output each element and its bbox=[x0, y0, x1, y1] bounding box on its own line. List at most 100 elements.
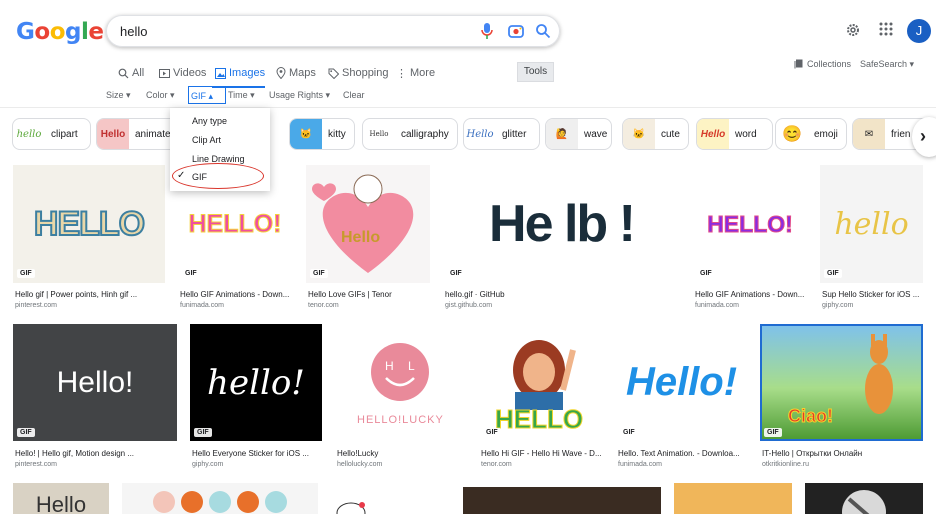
tab-videos[interactable]: Videos bbox=[159, 65, 206, 81]
result-source[interactable]: funimada.com bbox=[618, 461, 662, 468]
image-result[interactable]: Hello! GIF Hello. Text Animation. - Down… bbox=[616, 324, 747, 469]
chip-clipart[interactable]: hello clipart bbox=[12, 118, 91, 150]
microphone-icon[interactable] bbox=[481, 23, 493, 39]
search-icon[interactable] bbox=[535, 23, 551, 39]
image-result[interactable] bbox=[331, 483, 450, 514]
chip-calligraphy[interactable]: Hello calligraphy bbox=[362, 118, 458, 150]
result-title[interactable]: Hello!Lucky bbox=[337, 449, 468, 458]
result-source[interactable]: funimada.com bbox=[695, 302, 739, 309]
menu-item-clip-art[interactable]: Clip Art bbox=[192, 135, 221, 145]
result-title[interactable]: Hello Hi GIF - Hello Hi Wave - D... bbox=[481, 449, 605, 458]
filter-time[interactable]: Time ▾ bbox=[228, 90, 255, 101]
result-source[interactable]: giphy.com bbox=[822, 302, 853, 309]
result-source[interactable]: pinterest.com bbox=[15, 302, 57, 309]
result-title[interactable]: Hello Everyone Sticker for iOS ... bbox=[192, 449, 324, 458]
emoji-circle bbox=[153, 490, 175, 513]
result-title[interactable]: Hello. Text Animation. - Downloa... bbox=[618, 449, 749, 458]
result-thumbnail[interactable]: Hello bbox=[306, 165, 430, 283]
result-source[interactable]: gist.github.com bbox=[445, 302, 492, 309]
result-title[interactable]: Hello GIF Animations - Down... bbox=[180, 290, 294, 299]
gif-badge: GIF bbox=[483, 428, 501, 437]
safesearch-dropdown[interactable]: SafeSearch ▾ bbox=[860, 59, 914, 70]
result-thumbnail[interactable]: hello bbox=[820, 165, 923, 283]
result-thumbnail[interactable]: Hello! bbox=[13, 324, 177, 441]
search-input[interactable]: hello bbox=[120, 24, 147, 39]
chip-glitter[interactable]: Hello glitter bbox=[463, 118, 540, 150]
image-result[interactable]: hello! GIF Hello Everyone Sticker for iO… bbox=[190, 324, 322, 469]
google-logo[interactable]: Google bbox=[16, 19, 104, 45]
ball-illustration bbox=[842, 490, 886, 514]
chip-word[interactable]: Hello word bbox=[696, 118, 773, 150]
result-thumbnail[interactable]: HELLO bbox=[13, 165, 165, 283]
apps-grid-icon[interactable] bbox=[879, 22, 893, 36]
result-source[interactable]: tenor.com bbox=[308, 302, 339, 309]
result-thumbnail[interactable]: He lb ! bbox=[443, 165, 680, 283]
menu-item-any-type[interactable]: Any type bbox=[192, 116, 227, 126]
video-icon bbox=[159, 68, 170, 78]
image-result[interactable]: He lb ! GIF hello.gif · GitHub gist.gith… bbox=[443, 165, 680, 310]
result-source[interactable]: tenor.com bbox=[481, 461, 512, 468]
gif-badge: GIF bbox=[697, 269, 715, 278]
settings-gear-icon[interactable] bbox=[845, 22, 861, 38]
annotation-circle bbox=[172, 163, 264, 189]
chip-kitty[interactable]: 🐱 kitty bbox=[289, 118, 355, 150]
google-lens-icon[interactable] bbox=[508, 23, 524, 39]
image-result[interactable]: Ciao! GIF IT-Hello | Открытки Онлайн otk… bbox=[760, 324, 923, 469]
tab-images[interactable]: Images bbox=[215, 65, 265, 81]
result-thumbnail[interactable]: HL HELLO!LUCKY bbox=[335, 324, 466, 441]
result-source[interactable]: hellolucky.com bbox=[337, 461, 382, 468]
result-title[interactable]: Hello! | Hello gif, Motion design ... bbox=[15, 449, 179, 458]
gif-badge: GIF bbox=[194, 428, 212, 437]
image-result[interactable] bbox=[463, 487, 661, 514]
chip-cute[interactable]: 🐱 cute bbox=[622, 118, 689, 150]
result-source[interactable]: funimada.com bbox=[180, 302, 224, 309]
image-result[interactable] bbox=[805, 483, 923, 514]
filter-usage-rights[interactable]: Usage Rights ▾ bbox=[269, 90, 330, 101]
image-result[interactable]: HELLO GIF Hello gif | Power points, Hinh… bbox=[13, 165, 165, 310]
result-title[interactable]: Hello gif | Power points, Hinh gif ... bbox=[15, 290, 165, 299]
tab-maps[interactable]: Maps bbox=[276, 65, 316, 81]
filter-clear[interactable]: Clear bbox=[343, 90, 365, 100]
tab-shopping[interactable]: Shopping bbox=[328, 65, 389, 81]
tab-all[interactable]: All bbox=[118, 65, 144, 81]
image-result[interactable]: HELLO GIF Hello Hi GIF - Hello Hi Wave -… bbox=[479, 324, 603, 469]
svg-text:L: L bbox=[408, 359, 415, 373]
gif-badge: GIF bbox=[764, 428, 782, 437]
image-result[interactable] bbox=[674, 483, 792, 514]
result-thumbnail[interactable]: Hello bbox=[13, 483, 109, 514]
image-result[interactable]: Hello bbox=[13, 483, 109, 514]
result-thumbnail[interactable]: hello! bbox=[190, 324, 322, 441]
filter-type[interactable]: GIF ▴ bbox=[188, 86, 226, 104]
result-title[interactable]: hello.gif · GitHub bbox=[445, 290, 682, 299]
result-thumbnail[interactable]: HELLO! bbox=[693, 165, 807, 283]
search-box[interactable]: hello bbox=[106, 15, 560, 47]
result-thumbnail[interactable]: HELLO bbox=[479, 324, 603, 441]
chips-next-chevron-icon[interactable]: › bbox=[912, 117, 936, 157]
image-result[interactable]: Hello GIF Hello Love GIFs | Tenor tenor.… bbox=[306, 165, 430, 310]
chip-wave[interactable]: 🙋 wave bbox=[545, 118, 612, 150]
heart-illustration bbox=[312, 174, 414, 273]
result-title[interactable]: Sup Hello Sticker for iOS ... bbox=[822, 290, 925, 299]
result-source[interactable]: pinterest.com bbox=[15, 461, 57, 468]
result-title[interactable]: IT-Hello | Открытки Онлайн bbox=[762, 449, 925, 458]
image-result[interactable]: Hello! GIF Hello! | Hello gif, Motion de… bbox=[13, 324, 177, 469]
result-thumbnail[interactable]: Ciao! bbox=[760, 324, 923, 441]
result-source[interactable]: giphy.com bbox=[192, 461, 223, 468]
filter-color[interactable]: Color ▾ bbox=[146, 90, 175, 101]
result-title[interactable]: Hello GIF Animations - Down... bbox=[695, 290, 809, 299]
image-result[interactable]: hello GIF Sup Hello Sticker for iOS ... … bbox=[820, 165, 923, 310]
tag-icon bbox=[328, 68, 339, 79]
filter-size[interactable]: Size ▾ bbox=[106, 90, 131, 101]
result-thumbnail[interactable]: Hello! bbox=[616, 324, 747, 441]
image-result[interactable]: HELLO! GIF Hello GIF Animations - Down..… bbox=[693, 165, 807, 310]
result-title[interactable]: Hello Love GIFs | Tenor bbox=[308, 290, 432, 299]
chip-emoji[interactable]: 😊 emoji bbox=[775, 118, 847, 150]
result-source[interactable]: otkritkionline.ru bbox=[762, 461, 809, 468]
tab-more[interactable]: ⋮ More bbox=[396, 65, 435, 81]
image-result[interactable]: HL HELLO!LUCKY Hello!Lucky hellolucky.co… bbox=[335, 324, 466, 469]
account-avatar[interactable]: J bbox=[907, 19, 931, 43]
tools-button[interactable]: Tools bbox=[517, 62, 554, 82]
result-thumbnail[interactable] bbox=[122, 483, 318, 514]
image-result[interactable] bbox=[122, 483, 318, 514]
collections-link[interactable]: Collections bbox=[794, 59, 851, 69]
